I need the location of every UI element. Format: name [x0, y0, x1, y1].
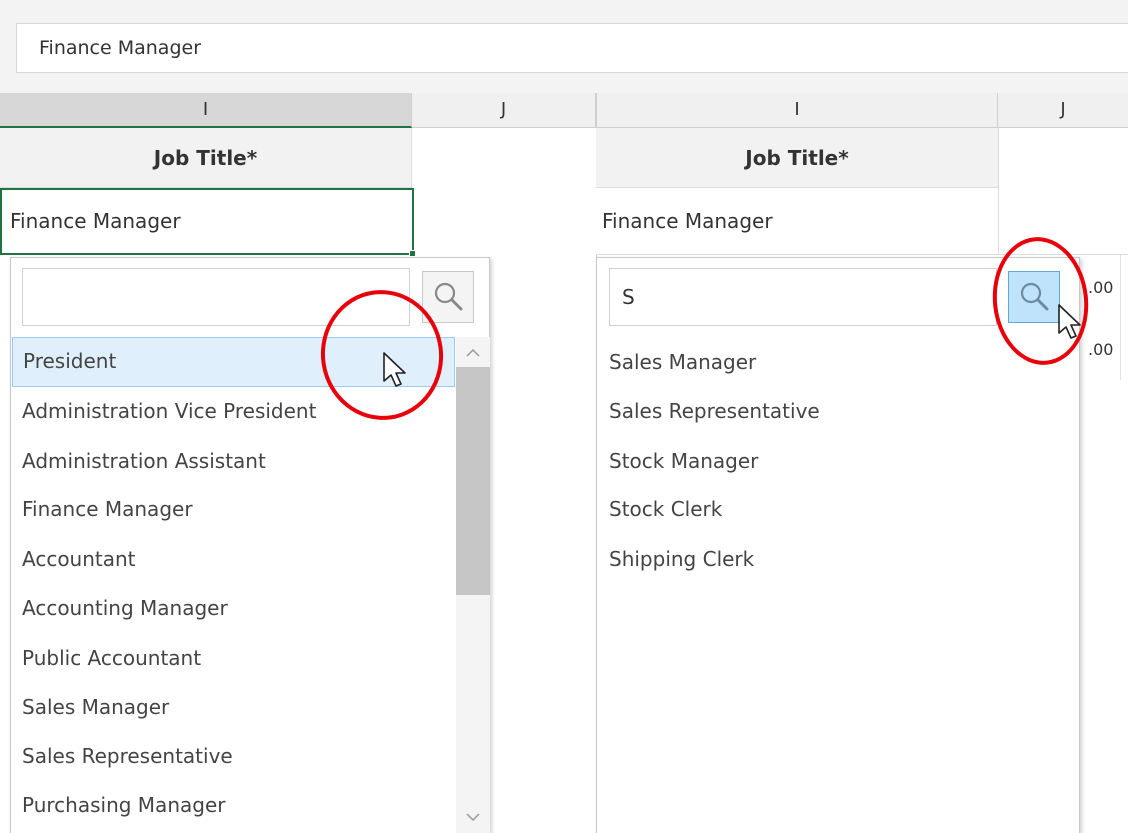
list-item[interactable]: Stock Manager: [599, 436, 1069, 486]
list-item[interactable]: Public Accountant: [12, 633, 455, 683]
list-item[interactable]: Shipping Clerk: [599, 534, 1069, 584]
job-title-active-cell[interactable]: Finance Manager: [0, 188, 414, 255]
column-header-j[interactable]: J: [998, 93, 1128, 128]
column-header-j[interactable]: J: [412, 93, 596, 128]
formula-bar-value: Finance Manager: [39, 37, 202, 59]
list-item[interactable]: Sales Representative: [12, 731, 455, 781]
column-j-header-cell[interactable]: [1008, 135, 1112, 180]
list-item[interactable]: Purchasing Manager: [12, 780, 455, 830]
cell-gridline: [1120, 255, 1121, 380]
list-item[interactable]: Administration Assistant: [12, 436, 455, 486]
mouse-pointer-icon: [1055, 302, 1085, 342]
column-header-i[interactable]: I: [596, 93, 998, 128]
list-item[interactable]: Accounting Manager: [12, 583, 455, 633]
search-input[interactable]: S: [609, 268, 997, 326]
formula-bar[interactable]: Finance Manager: [16, 23, 1128, 73]
job-title-header-cell[interactable]: Job Title*: [596, 128, 999, 188]
list-item[interactable]: Stock Clerk: [599, 484, 1069, 534]
job-title-header-cell[interactable]: Job Title*: [0, 128, 412, 188]
scrollbar-thumb[interactable]: [456, 367, 490, 595]
list-item[interactable]: Sales Representative: [599, 386, 1069, 436]
mouse-pointer-icon: [380, 350, 410, 390]
list-item[interactable]: Sales Manager: [599, 337, 1069, 387]
chevron-up-icon[interactable]: [464, 344, 482, 362]
column-header-i[interactable]: I: [0, 93, 412, 128]
partial-cell-value: .00: [1088, 340, 1114, 359]
fill-handle[interactable]: [409, 250, 416, 257]
chevron-down-icon[interactable]: [464, 808, 482, 826]
list-item[interactable]: Accountant: [12, 534, 455, 584]
partial-cell-value: .00: [1088, 278, 1114, 297]
list-item[interactable]: Sales Manager: [12, 682, 455, 732]
job-title-cell[interactable]: Finance Manager: [596, 188, 999, 255]
list-item[interactable]: Finance Manager: [12, 484, 455, 534]
